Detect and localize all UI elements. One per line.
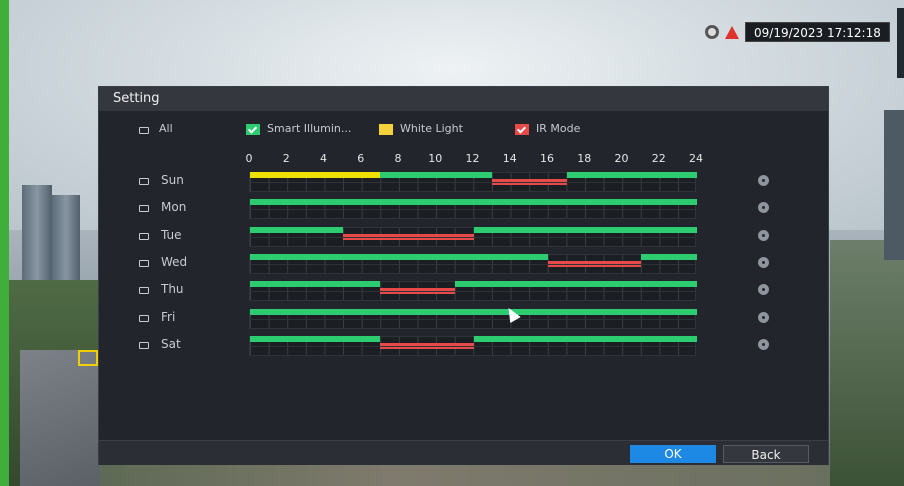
datetime-display: 09/19/2023 17:12:18: [745, 22, 890, 42]
gear-icon[interactable]: [758, 311, 769, 323]
schedule-bar[interactable]: [250, 308, 697, 315]
day-timeline[interactable]: [249, 281, 697, 302]
legend-swatch[interactable]: [515, 124, 529, 135]
day-timeline[interactable]: [249, 308, 697, 329]
schedule-bar[interactable]: [343, 233, 474, 240]
gear-icon[interactable]: [758, 338, 769, 350]
gear-icon[interactable]: [758, 202, 769, 214]
alarm-icon: [725, 25, 739, 39]
schedule-bar[interactable]: [250, 281, 381, 288]
day-checkbox[interactable]: [139, 314, 149, 322]
schedule-bar[interactable]: [250, 172, 381, 178]
back-button[interactable]: Back: [723, 445, 809, 463]
day-label: Mon: [161, 200, 187, 215]
day-label: Fri: [161, 309, 176, 324]
day-timeline[interactable]: [249, 199, 697, 220]
schedule-bar[interactable]: [380, 342, 474, 349]
detection-box: [78, 350, 98, 366]
schedule-bar[interactable]: [250, 253, 548, 260]
hour-tick-label: 20: [614, 152, 629, 165]
hour-tick-label: 12: [465, 152, 480, 165]
hour-tick-label: 14: [502, 152, 517, 165]
day-timeline[interactable]: [249, 335, 697, 356]
schedule-bar[interactable]: [473, 335, 697, 342]
frame-edge: [897, 8, 904, 78]
legend-swatch[interactable]: [246, 124, 260, 135]
day-checkbox[interactable]: [139, 178, 149, 185]
hour-tick-label: 0: [245, 152, 253, 165]
hour-tick-label: 24: [689, 152, 703, 165]
schedule-bar[interactable]: [492, 179, 567, 185]
building: [22, 185, 52, 285]
parking-lot: [20, 350, 100, 486]
day-label: Wed: [161, 254, 188, 269]
schedule-bar[interactable]: [473, 226, 697, 233]
gear-icon[interactable]: [758, 175, 769, 186]
building: [884, 110, 904, 260]
day-label: Tue: [161, 227, 182, 242]
day-timeline[interactable]: [249, 253, 697, 274]
hour-tick-label: 22: [651, 152, 666, 165]
all-label: All: [159, 122, 173, 135]
day-label: Sat: [161, 336, 181, 351]
schedule-bar[interactable]: [548, 260, 642, 267]
day-checkbox[interactable]: [139, 341, 149, 349]
hour-tick-label: 6: [357, 152, 365, 165]
gear-icon[interactable]: [758, 256, 769, 268]
status-bar: 09/19/2023 17:12:18: [705, 22, 890, 42]
hour-tick-label: 4: [320, 152, 327, 165]
legend-swatch[interactable]: [379, 124, 393, 135]
schedule-bar[interactable]: [454, 281, 697, 288]
ground: [100, 465, 830, 486]
day-timeline[interactable]: [249, 172, 697, 192]
day-checkbox[interactable]: [139, 232, 149, 240]
day-timeline[interactable]: [249, 226, 697, 247]
day-label: Sun: [161, 173, 184, 187]
legend-label: Smart Illumin...: [267, 122, 352, 135]
schedule-bar[interactable]: [250, 335, 381, 342]
schedule-bar[interactable]: [566, 172, 697, 178]
hour-tick-label: 16: [540, 152, 554, 165]
dialog-title: Setting: [99, 87, 828, 111]
schedule-bar[interactable]: [380, 172, 493, 178]
hour-tick-label: 8: [394, 152, 402, 165]
hour-tick-label: 10: [428, 152, 443, 165]
hour-tick-label: 2: [282, 152, 290, 165]
hour-tick-label: 18: [577, 152, 592, 165]
selection-border: [0, 0, 9, 486]
day-checkbox[interactable]: [139, 205, 149, 213]
schedule-bar[interactable]: [250, 199, 697, 206]
ok-button[interactable]: OK: [630, 445, 716, 463]
building: [52, 195, 80, 285]
dialog-footer: [99, 440, 828, 465]
schedule-bar[interactable]: [380, 288, 455, 295]
gear-icon[interactable]: [758, 284, 769, 296]
legend-label: White Light: [400, 122, 463, 135]
all-checkbox[interactable]: [139, 127, 149, 134]
legend-label: IR Mode: [536, 122, 581, 135]
setting-dialog: Setting All Smart Illumin... White Light I…: [98, 86, 829, 465]
day-checkbox[interactable]: [139, 259, 149, 267]
record-icon: [705, 25, 719, 39]
trees: [830, 240, 904, 486]
gear-icon[interactable]: [758, 229, 769, 241]
schedule-bar[interactable]: [641, 253, 697, 260]
day-checkbox[interactable]: [139, 287, 149, 295]
day-label: Thu: [161, 282, 184, 297]
schedule-bar[interactable]: [250, 226, 344, 233]
